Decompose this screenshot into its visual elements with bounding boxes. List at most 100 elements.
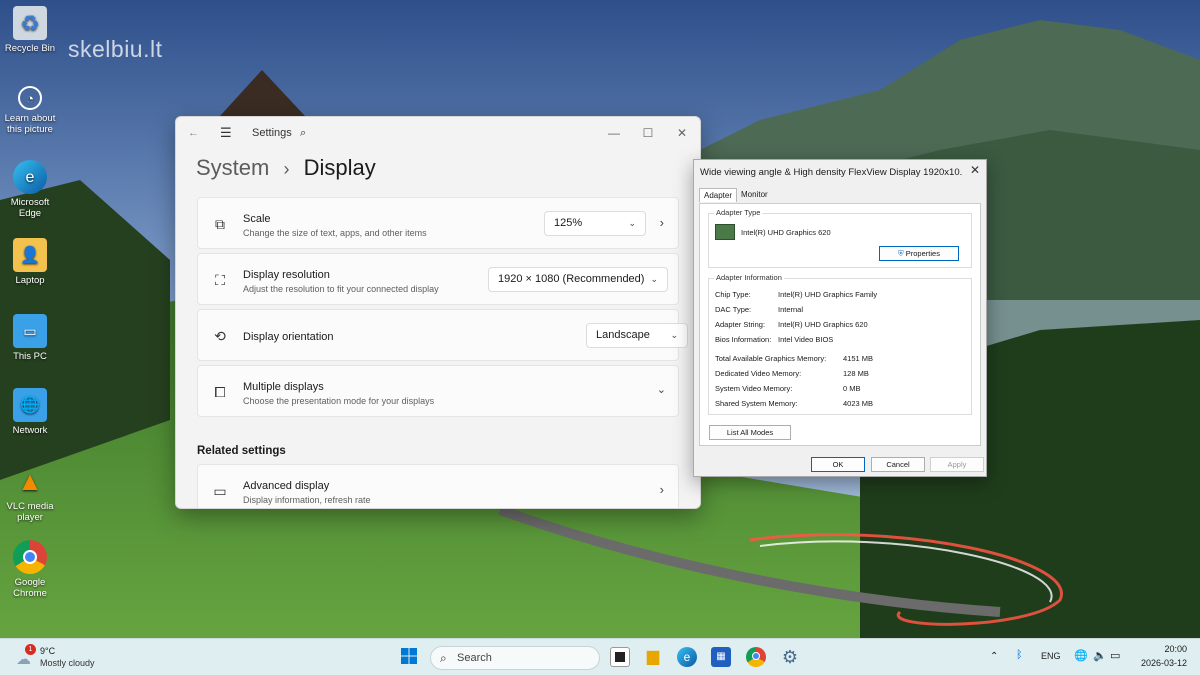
- multiple-displays-icon: ⧠: [214, 384, 226, 400]
- tab-adapter[interactable]: Adapter: [699, 188, 738, 202]
- total-memory-value: 4151 MB: [843, 354, 874, 363]
- multiple-displays-title: Multiple displays: [243, 381, 324, 393]
- settings-titlebar: ← ☰ Settings ⌕ — ☐ ✕: [176, 117, 700, 153]
- adapter-string-value: Intel(R) UHD Graphics 620: [778, 320, 868, 329]
- multiple-displays-card[interactable]: ⧠ Multiple displays Choose the presentat…: [197, 365, 679, 417]
- cancel-button[interactable]: Cancel: [871, 457, 925, 472]
- multiple-displays-subtitle: Choose the presentation mode for your di…: [243, 396, 435, 406]
- resolution-dropdown[interactable]: 1920 × 1080 (Recommended) ⌄: [488, 267, 668, 292]
- desktop-icon-label: Network: [12, 425, 48, 436]
- bluetooth-icon[interactable]: ᛒ: [1016, 649, 1023, 661]
- breadcrumb-system[interactable]: System: [196, 155, 269, 180]
- weather-condition: Mostly cloudy: [40, 658, 95, 668]
- desktop-icon-this-pc[interactable]: ▭ This PC: [2, 314, 58, 362]
- chevron-down-icon: ⌄: [670, 330, 678, 340]
- learn-picture-icon: ◔: [18, 86, 42, 110]
- taskbar-search-input[interactable]: ⌕ Search: [430, 646, 600, 670]
- monitor-icon: ▭: [13, 314, 47, 348]
- adapter-name: Intel(R) UHD Graphics 620: [741, 228, 831, 237]
- clock-time[interactable]: 20:00: [1135, 644, 1187, 654]
- weather-temp: 9°C: [40, 646, 56, 656]
- ok-button[interactable]: OK: [811, 457, 865, 472]
- scale-value: 125%: [554, 217, 583, 229]
- desktop-icon-edge[interactable]: e Microsoft Edge: [2, 160, 58, 219]
- search-icon[interactable]: ⌕: [300, 127, 306, 140]
- scale-title: Scale: [243, 213, 271, 225]
- desktop-icon-label: Laptop: [15, 275, 45, 286]
- network-icon: 🌐: [13, 388, 47, 422]
- maximize-button[interactable]: ☐: [634, 123, 662, 143]
- search-placeholder: Search: [457, 652, 492, 664]
- adapter-properties-dialog: Wide viewing angle & High density FlexVi…: [693, 159, 987, 477]
- breadcrumb-separator-icon: ›: [283, 159, 290, 179]
- start-button[interactable]: [399, 647, 419, 667]
- scale-subtitle: Change the size of text, apps, and other…: [243, 228, 427, 238]
- settings-gear-icon[interactable]: ⚙: [780, 647, 800, 667]
- advanced-display-card[interactable]: ▭ Advanced display Display information, …: [197, 464, 679, 508]
- store-icon[interactable]: ▦: [711, 647, 731, 667]
- desktop-icon-label: This PC: [13, 351, 47, 362]
- list-all-modes-button[interactable]: List All Modes: [709, 425, 791, 440]
- resolution-icon: ⛶: [215, 272, 225, 288]
- hamburger-menu-icon[interactable]: ☰: [220, 125, 232, 141]
- desktop-icon-laptop[interactable]: 👤 Laptop: [2, 238, 58, 286]
- weather-widget[interactable]: ☁ 1 9°C Mostly cloudy: [14, 644, 134, 672]
- shared-memory-value: 4023 MB: [843, 399, 874, 408]
- edge-icon: e: [13, 160, 47, 194]
- desktop-icon-learn-picture[interactable]: ◔ Learn about this picture: [2, 86, 58, 135]
- orientation-title: Display orientation: [243, 331, 334, 343]
- orientation-dropdown[interactable]: Landscape ⌄: [586, 323, 688, 348]
- display-resolution-card: ⛶ Display resolution Adjust the resoluti…: [197, 253, 679, 305]
- scale-dropdown[interactable]: 125% ⌄: [544, 211, 646, 236]
- desktop-icon-label: Google Chrome: [13, 577, 47, 599]
- show-hidden-icons-chevron-up-icon[interactable]: ⌃: [990, 651, 998, 662]
- taskbar: ☁ 1 9°C Mostly cloudy ⌕ Search ▆ e ▦ ⚙ ⌃…: [0, 638, 1200, 675]
- chevron-down-icon[interactable]: ⌄: [657, 383, 666, 396]
- resolution-subtitle: Adjust the resolution to fit your connec…: [243, 284, 439, 294]
- close-button[interactable]: ✕: [668, 123, 696, 143]
- windows-logo-icon: [401, 648, 417, 664]
- vlc-icon: ▲: [17, 465, 43, 496]
- desktop-icon-recycle-bin[interactable]: ♻ Recycle Bin: [2, 6, 58, 54]
- adapter-string-key: Adapter String:: [715, 320, 766, 329]
- desktop-icon-network[interactable]: 🌐 Network: [2, 388, 58, 436]
- user-folder-icon: 👤: [13, 238, 47, 272]
- chevron-right-icon[interactable]: ›: [660, 215, 664, 230]
- shared-memory-key: Shared System Memory:: [715, 399, 798, 408]
- dac-type-value: Internal: [778, 305, 804, 314]
- minimize-button[interactable]: —: [600, 123, 628, 143]
- chrome-icon: [13, 540, 47, 574]
- desktop-icon-label: Recycle Bin: [4, 43, 56, 54]
- desktop-icon-label: VLC media player: [6, 501, 54, 523]
- desktop-icon-chrome[interactable]: Google Chrome: [2, 540, 58, 599]
- dialog-close-icon[interactable]: ✕: [970, 163, 980, 177]
- network-status-icon[interactable]: 🌐: [1074, 649, 1088, 662]
- chevron-down-icon: ⌄: [650, 274, 658, 284]
- orientation-value: Landscape: [596, 329, 650, 341]
- adapter-tab-panel: Adapter Type Intel(R) UHD Graphics 620 ⛨…: [699, 203, 981, 446]
- related-settings-heading: Related settings: [197, 445, 286, 457]
- adapter-info-label: Adapter Information: [714, 273, 784, 282]
- properties-button[interactable]: ⛨ Properties: [879, 246, 959, 261]
- watermark-text: skelbiu.lt: [68, 36, 163, 62]
- scale-card[interactable]: ⧉ Scale Change the size of text, apps, a…: [197, 197, 679, 249]
- clock-date[interactable]: 2026-03-12: [1135, 658, 1187, 668]
- file-explorer-icon[interactable]: ▆: [643, 647, 663, 667]
- display-orientation-card: ⟲ Display orientation Landscape ⌄: [197, 309, 688, 361]
- volume-icon[interactable]: 🔈: [1093, 649, 1107, 662]
- task-view-icon[interactable]: [610, 647, 630, 667]
- chevron-right-icon[interactable]: ›: [660, 482, 664, 497]
- tab-monitor[interactable]: Monitor: [737, 188, 772, 201]
- apply-button[interactable]: Apply: [930, 457, 984, 472]
- back-arrow-icon[interactable]: ←: [188, 127, 199, 139]
- shield-icon: ⛨: [898, 249, 904, 258]
- breadcrumb: System › Display: [196, 155, 376, 181]
- chrome-taskbar-icon[interactable]: [746, 647, 766, 667]
- adapter-information-group: Adapter Information Chip Type: Intel(R) …: [708, 273, 972, 415]
- edge-taskbar-icon[interactable]: e: [677, 647, 697, 667]
- chip-type-key: Chip Type:: [715, 290, 751, 299]
- desktop-icon-vlc[interactable]: ▲ VLC media player: [2, 464, 58, 524]
- desktop-icon-label: Learn about this picture: [4, 113, 56, 135]
- battery-icon[interactable]: ▭: [1110, 649, 1120, 662]
- language-indicator[interactable]: ENG: [1041, 651, 1061, 661]
